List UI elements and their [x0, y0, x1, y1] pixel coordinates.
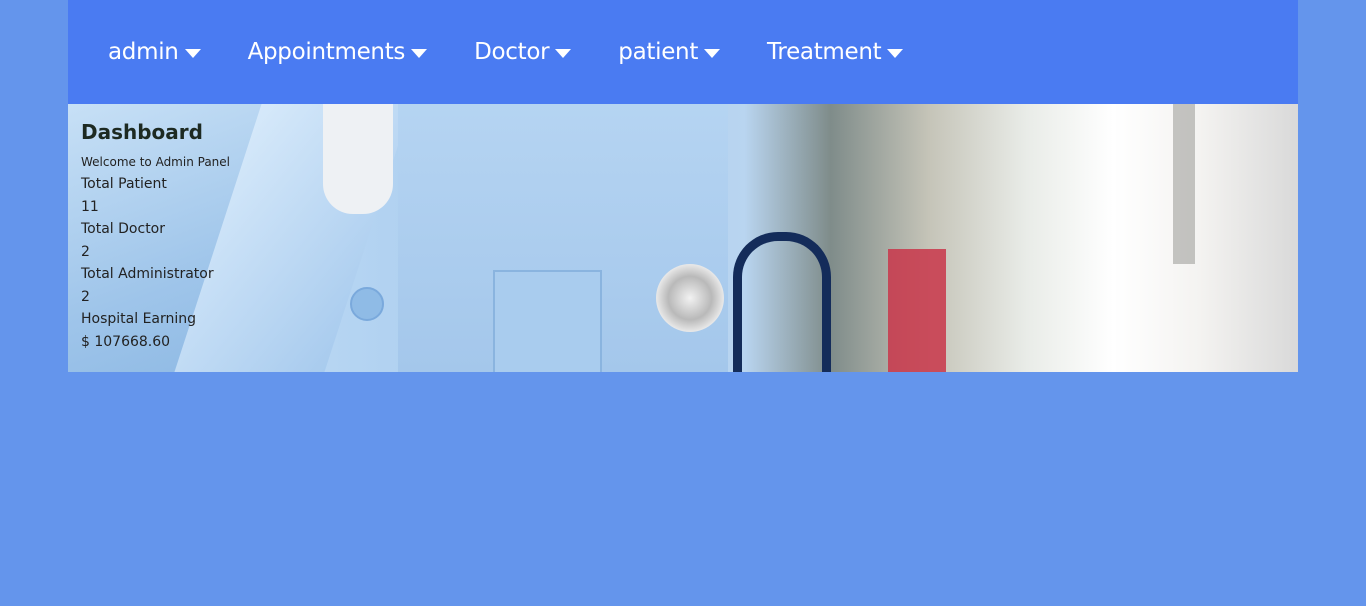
stethoscope-tube	[733, 232, 831, 372]
stat-label-total-doctor: Total Doctor	[81, 221, 165, 237]
nav-item-doctor[interactable]: Doctor	[474, 39, 572, 65]
stat-value-total-doctor: 2	[81, 243, 90, 260]
nav-item-label: Appointments	[247, 39, 406, 65]
stat-value-total-patient: 11	[81, 198, 99, 215]
dashboard-summary: Dashboard Welcome to Admin Panel Total P…	[81, 120, 230, 353]
stat-value-hospital-earning: $ 107668.60	[81, 333, 171, 350]
banner-photo-pocket	[493, 270, 602, 372]
banner-photo-background-red	[888, 249, 946, 372]
dashboard-banner: Dashboard Welcome to Admin Panel Total P…	[68, 104, 1298, 372]
nav-item-admin[interactable]: admin	[108, 39, 201, 65]
banner-photo-shirt	[323, 104, 393, 214]
nav-item-label: admin	[108, 39, 179, 65]
caret-down-icon	[555, 48, 572, 58]
page-container: admin Appointments Doctor patient Treatm…	[68, 0, 1298, 372]
stat-label-total-patient: Total Patient	[81, 176, 167, 192]
welcome-text: Welcome to Admin Panel	[81, 155, 230, 169]
banner-photo-background-door	[1173, 104, 1195, 264]
stethoscope-icon	[656, 264, 724, 332]
stat-value-total-administrator: 2	[81, 288, 90, 305]
caret-down-icon	[411, 48, 428, 58]
caret-down-icon	[704, 48, 721, 58]
stat-label-total-administrator: Total Administrator	[81, 266, 214, 282]
nav-item-treatment[interactable]: Treatment	[767, 39, 904, 65]
banner-photo-button	[350, 287, 384, 321]
nav-item-label: Doctor	[474, 39, 550, 65]
nav-item-label: patient	[618, 39, 699, 65]
nav-item-patient[interactable]: patient	[618, 39, 721, 65]
nav-item-label: Treatment	[767, 39, 882, 65]
top-navbar: admin Appointments Doctor patient Treatm…	[68, 0, 1298, 104]
stat-label-hospital-earning: Hospital Earning	[81, 311, 197, 327]
nav-item-appointments[interactable]: Appointments	[248, 39, 428, 65]
caret-down-icon	[184, 48, 201, 58]
page-title: Dashboard	[81, 120, 203, 144]
caret-down-icon	[887, 48, 904, 58]
